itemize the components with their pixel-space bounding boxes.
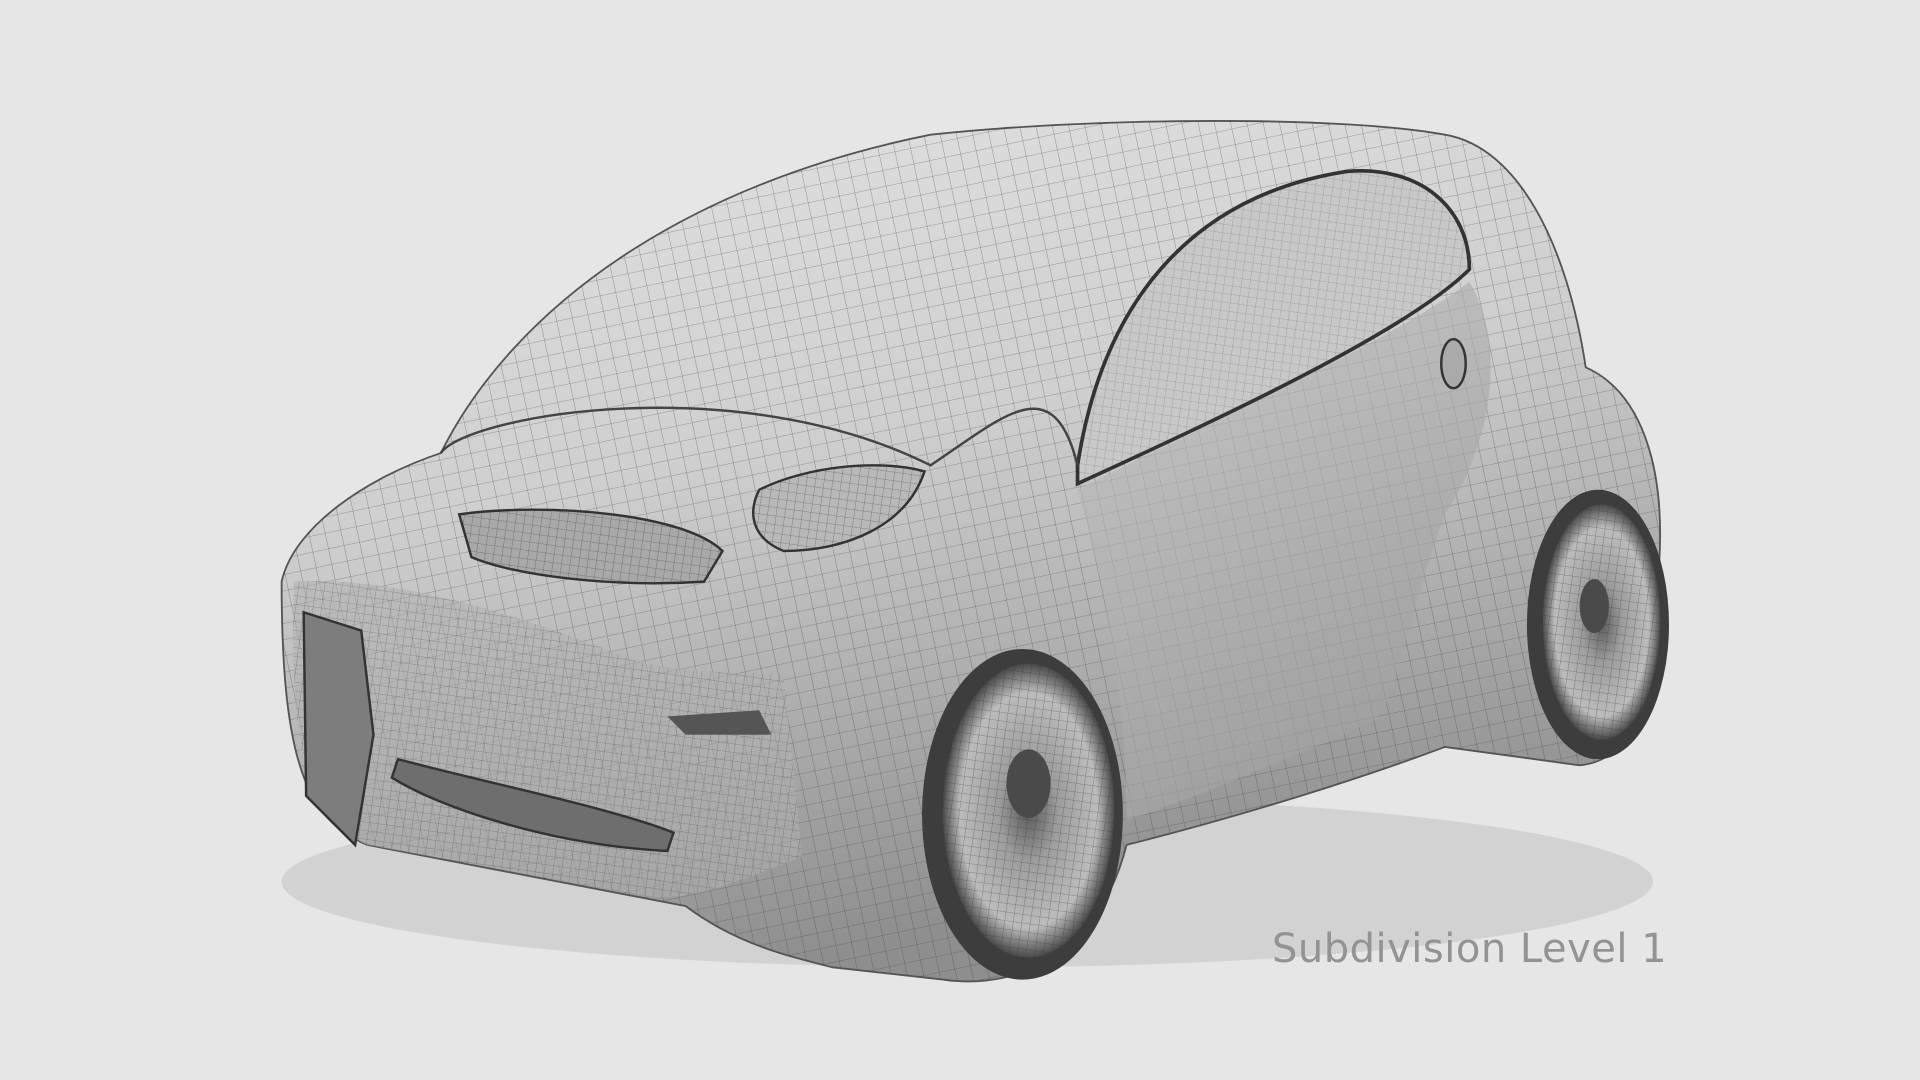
fuel-cap xyxy=(1440,337,1467,390)
rear-wheel xyxy=(1526,489,1669,760)
front-hub xyxy=(1006,749,1051,818)
car-wireframe-render xyxy=(280,120,1669,983)
subdivision-level-caption: Subdivision Level 1 xyxy=(1272,926,1668,972)
front-wheel xyxy=(922,648,1123,980)
rear-hub xyxy=(1579,579,1609,634)
